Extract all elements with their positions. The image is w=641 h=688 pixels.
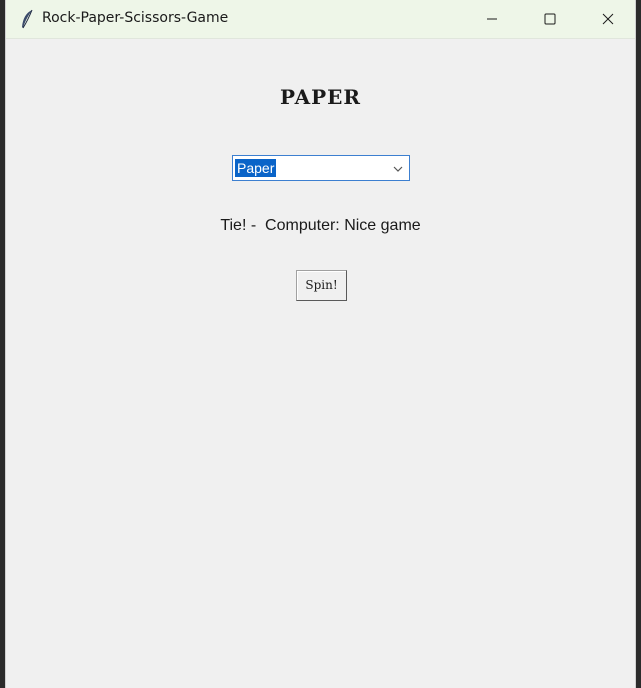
window-title: Rock-Paper-Scissors-Game — [42, 10, 229, 26]
feather-icon — [22, 9, 33, 29]
choice-heading: PAPER — [279, 85, 361, 109]
choice-select[interactable]: Paper — [232, 155, 410, 181]
title-bar[interactable]: Rock-Paper-Scissors-Game — [6, 0, 635, 39]
close-icon — [602, 13, 614, 25]
spin-button[interactable]: Spin! — [296, 270, 347, 301]
choice-select-value: Paper — [235, 159, 277, 177]
chevron-down-icon[interactable] — [391, 162, 405, 176]
app-window: Rock-Paper-Scissors-Game PAPER Paper Tie… — [5, 0, 636, 688]
result-label: Tie! - Computer: Nice game — [220, 217, 421, 234]
close-button[interactable] — [579, 0, 637, 38]
minimize-button[interactable] — [463, 0, 521, 38]
minimize-icon — [487, 18, 497, 20]
maximize-button[interactable] — [521, 0, 579, 38]
maximize-icon — [544, 13, 556, 25]
main-content: PAPER Paper Tie! - Computer: Nice game S… — [6, 39, 635, 688]
